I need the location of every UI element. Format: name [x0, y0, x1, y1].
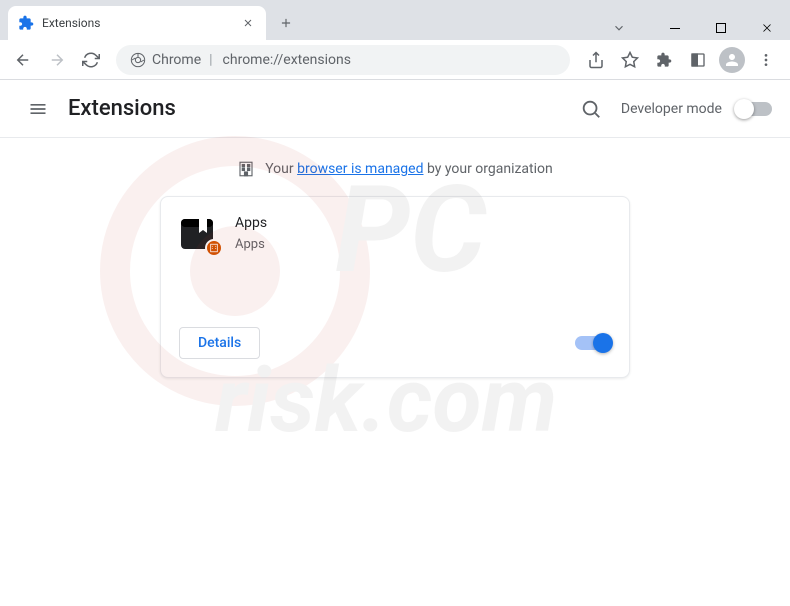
chrome-chip: Chrome |	[130, 52, 215, 68]
toggle-knob	[734, 99, 754, 119]
sidepanel-icon[interactable]	[682, 44, 714, 76]
kebab-menu-icon[interactable]	[750, 44, 782, 76]
managed-text: Your browser is managed by your organiza…	[265, 161, 553, 177]
forward-button[interactable]	[42, 45, 72, 75]
page-title: Extensions	[68, 96, 176, 121]
chrome-logo-icon	[130, 52, 146, 68]
extension-name: Apps	[235, 215, 267, 231]
maximize-button[interactable]	[698, 12, 744, 44]
address-bar[interactable]: Chrome | chrome://extensions	[116, 45, 570, 75]
bookmark-star-icon[interactable]	[614, 44, 646, 76]
profile-avatar[interactable]	[716, 44, 748, 76]
back-button[interactable]	[8, 45, 38, 75]
separator: |	[209, 52, 212, 68]
managed-banner: Your browser is managed by your organiza…	[0, 138, 790, 196]
browser-tab[interactable]: Extensions	[8, 6, 266, 40]
extension-description: Apps	[235, 237, 267, 252]
close-tab-icon[interactable]	[240, 15, 256, 31]
search-icon[interactable]	[575, 93, 607, 125]
extension-enable-toggle[interactable]	[575, 336, 611, 350]
url-text: chrome://extensions	[223, 52, 351, 68]
extensions-header: Extensions Developer mode	[0, 80, 790, 138]
reload-button[interactable]	[76, 45, 106, 75]
tab-strip: Extensions	[0, 0, 790, 40]
managed-badge-icon	[205, 239, 223, 257]
extension-card: Apps Apps Details	[160, 196, 630, 378]
hamburger-menu-icon[interactable]	[18, 89, 58, 129]
managed-link[interactable]: browser is managed	[297, 161, 423, 177]
developer-mode-label: Developer mode	[621, 101, 722, 117]
new-tab-button[interactable]	[272, 9, 300, 37]
window-controls	[596, 8, 790, 48]
developer-mode-toggle[interactable]	[736, 102, 772, 116]
minimize-button[interactable]	[652, 12, 698, 44]
tab-title: Extensions	[42, 16, 232, 30]
extension-cards: Apps Apps Details	[0, 196, 790, 378]
extensions-puzzle-icon[interactable]	[648, 44, 680, 76]
close-window-button[interactable]	[744, 12, 790, 44]
extension-icon	[179, 215, 217, 253]
share-icon[interactable]	[580, 44, 612, 76]
details-button[interactable]: Details	[179, 327, 260, 359]
chrome-label: Chrome	[152, 52, 201, 68]
chevron-down-icon[interactable]	[596, 12, 642, 44]
toggle-knob	[593, 333, 613, 353]
building-icon	[237, 160, 255, 178]
extension-puzzle-icon	[18, 15, 34, 31]
